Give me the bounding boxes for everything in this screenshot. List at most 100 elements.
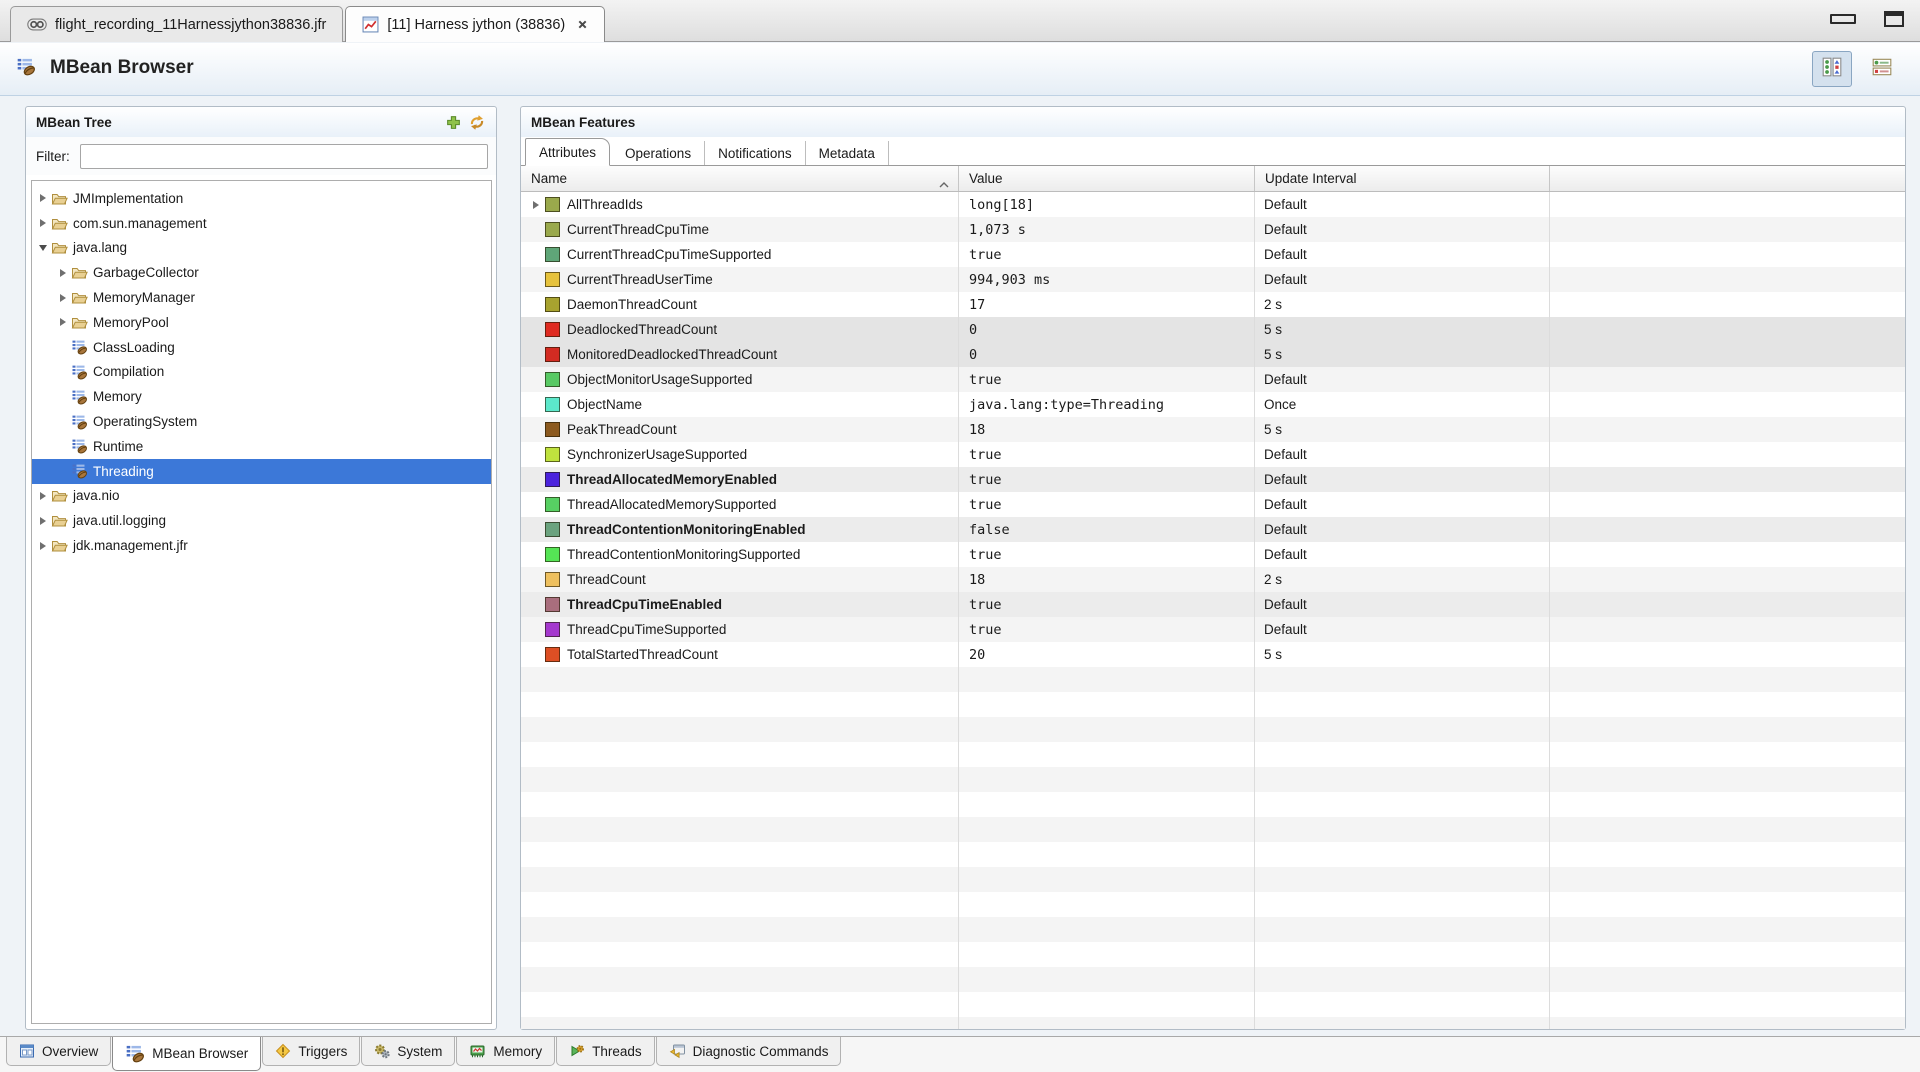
attribute-row-threadcontentionmonitoringsupported[interactable]: ThreadContentionMonitoringSupportedtrueD…: [521, 542, 1905, 567]
expand-arrow-icon[interactable]: [36, 542, 49, 550]
editor-tab[interactable]: flight_recording_11Harnessjython38836.jf…: [10, 6, 343, 42]
tree-item-memory[interactable]: Memory: [32, 384, 491, 409]
attribute-row-threadcputimeenabled[interactable]: ThreadCpuTimeEnabledtrueDefault: [521, 592, 1905, 617]
tab-metadata[interactable]: Metadata: [806, 141, 889, 165]
memory-icon: [469, 1043, 486, 1059]
empty-table-row: [521, 942, 1905, 967]
attribute-value: true: [959, 442, 1255, 467]
attribute-row-deadlockedthreadcount[interactable]: DeadlockedThreadCount05 s: [521, 317, 1905, 342]
page-tab-threads[interactable]: Threads: [556, 1037, 655, 1066]
tree-item-memorypool[interactable]: MemoryPool: [32, 310, 491, 335]
attribute-name: TotalStartedThreadCount: [567, 647, 718, 662]
tree-item-threading[interactable]: Threading: [32, 459, 491, 484]
folder-icon: [71, 315, 89, 330]
tree-item-label: MemoryPool: [93, 315, 169, 330]
tree-item-com-sun-management[interactable]: com.sun.management: [32, 211, 491, 236]
attribute-row-daemonthreadcount[interactable]: DaemonThreadCount172 s: [521, 292, 1905, 317]
add-attribute-icon[interactable]: [445, 114, 462, 131]
attribute-color-swatch: [545, 197, 560, 212]
minimize-icon[interactable]: [1830, 14, 1856, 24]
filter-input[interactable]: [80, 144, 488, 169]
vertical-layout-button[interactable]: [1812, 51, 1852, 87]
tree-item-memorymanager[interactable]: MemoryManager: [32, 285, 491, 310]
expand-arrow-icon[interactable]: [36, 245, 49, 251]
page-tab-diagnostic-commands[interactable]: Diagnostic Commands: [656, 1037, 842, 1066]
attributes-table-body: AllThreadIdslong[18]DefaultCurrentThread…: [521, 192, 1905, 1029]
vertical-layout-icon: [1821, 56, 1843, 83]
expand-arrow-icon[interactable]: [36, 517, 49, 525]
refresh-icon[interactable]: [468, 114, 486, 131]
editor-tab[interactable]: [11] Harness jython (38836): [345, 6, 605, 42]
tree-item-classloading[interactable]: ClassLoading: [32, 335, 491, 360]
attribute-row-threadallocatedmemoryenabled[interactable]: ThreadAllocatedMemoryEnabledtrueDefault: [521, 467, 1905, 492]
attribute-row-peakthreadcount[interactable]: PeakThreadCount185 s: [521, 417, 1905, 442]
empty-table-row: [521, 917, 1905, 942]
attribute-value: 20: [959, 642, 1255, 667]
folder-icon: [51, 240, 69, 255]
attribute-row-threadallocatedmemorysupported[interactable]: ThreadAllocatedMemorySupportedtrueDefaul…: [521, 492, 1905, 517]
page-tab-label: Triggers: [298, 1044, 347, 1059]
tree-item-garbagecollector[interactable]: GarbageCollector: [32, 260, 491, 285]
horizontal-layout-button[interactable]: [1862, 51, 1902, 87]
tab-notifications[interactable]: Notifications: [705, 141, 806, 165]
attribute-row-objectmonitorusagesupported[interactable]: ObjectMonitorUsageSupportedtrueDefault: [521, 367, 1905, 392]
page-tab-memory[interactable]: Memory: [456, 1037, 555, 1066]
diagnostic-commands-icon: [669, 1043, 686, 1059]
column-header-value[interactable]: Value: [959, 166, 1255, 191]
expand-arrow-icon[interactable]: [56, 294, 69, 302]
attribute-row-synchronizerusagesupported[interactable]: SynchronizerUsageSupportedtrueDefault: [521, 442, 1905, 467]
attribute-color-swatch: [545, 522, 560, 537]
empty-table-row: [521, 817, 1905, 842]
column-header-update-interval[interactable]: Update Interval: [1255, 166, 1550, 191]
attribute-row-currentthreadcputimesupported[interactable]: CurrentThreadCpuTimeSupportedtrueDefault: [521, 242, 1905, 267]
expand-arrow-icon[interactable]: [529, 201, 543, 209]
page-tab-system[interactable]: System: [361, 1037, 455, 1066]
maximize-icon[interactable]: [1884, 11, 1904, 27]
expand-arrow-icon[interactable]: [56, 269, 69, 277]
tree-item-runtime[interactable]: Runtime: [32, 434, 491, 459]
attribute-row-objectname[interactable]: ObjectNamejava.lang:type=ThreadingOnce: [521, 392, 1905, 417]
attribute-value: true: [959, 467, 1255, 492]
attribute-row-monitoreddeadlockedthreadcount[interactable]: MonitoredDeadlockedThreadCount05 s: [521, 342, 1905, 367]
attribute-row-currentthreadusertime[interactable]: CurrentThreadUserTime994,903 msDefault: [521, 267, 1905, 292]
attribute-row-threadcputimesupported[interactable]: ThreadCpuTimeSupportedtrueDefault: [521, 617, 1905, 642]
page-tab-mbean-browser[interactable]: MBean Browser: [112, 1037, 261, 1071]
tree-item-operatingsystem[interactable]: OperatingSystem: [32, 409, 491, 434]
attribute-update-interval: Default: [1255, 542, 1550, 567]
page-tab-overview[interactable]: Overview: [6, 1037, 111, 1066]
tab-operations[interactable]: Operations: [612, 141, 705, 165]
expand-arrow-icon[interactable]: [56, 318, 69, 326]
attribute-row-currentthreadcputime[interactable]: CurrentThreadCpuTime1,073 sDefault: [521, 217, 1905, 242]
close-tab-icon[interactable]: [577, 19, 588, 30]
tab-attributes[interactable]: Attributes: [525, 138, 610, 166]
attribute-name: MonitoredDeadlockedThreadCount: [567, 347, 777, 362]
attribute-update-interval: 2 s: [1255, 292, 1550, 317]
expand-arrow-icon[interactable]: [36, 219, 49, 227]
tree-item-label: com.sun.management: [73, 216, 207, 231]
page-tab-label: Threads: [592, 1044, 642, 1059]
tree-item-jmimplementation[interactable]: JMImplementation: [32, 186, 491, 211]
tree-item-java-nio[interactable]: java.nio: [32, 484, 491, 509]
tree-item-java-util-logging[interactable]: java.util.logging: [32, 508, 491, 533]
empty-table-row: [521, 667, 1905, 692]
attribute-row-threadcontentionmonitoringenabled[interactable]: ThreadContentionMonitoringEnabledfalseDe…: [521, 517, 1905, 542]
attribute-row-totalstartedthreadcount[interactable]: TotalStartedThreadCount205 s: [521, 642, 1905, 667]
sort-ascending-icon: [939, 176, 949, 191]
expand-arrow-icon[interactable]: [36, 492, 49, 500]
attribute-color-swatch: [545, 597, 560, 612]
attribute-color-swatch: [545, 497, 560, 512]
tree-item-jdk-management-jfr[interactable]: jdk.management.jfr: [32, 533, 491, 558]
column-header-name[interactable]: Name: [521, 166, 959, 191]
expand-arrow-icon[interactable]: [36, 194, 49, 202]
page-tab-triggers[interactable]: Triggers: [262, 1037, 360, 1066]
tree-item-compilation[interactable]: Compilation: [32, 360, 491, 385]
attribute-update-interval: Once: [1255, 392, 1550, 417]
attribute-name: CurrentThreadUserTime: [567, 272, 713, 287]
attribute-value: 0: [959, 317, 1255, 342]
attribute-row-threadcount[interactable]: ThreadCount182 s: [521, 567, 1905, 592]
page-title: MBean Browser: [50, 57, 194, 79]
tree-item-java-lang[interactable]: java.lang: [32, 236, 491, 261]
attribute-color-swatch: [545, 297, 560, 312]
attribute-row-allthreadids[interactable]: AllThreadIdslong[18]Default: [521, 192, 1905, 217]
tree-item-label: JMImplementation: [73, 191, 183, 206]
